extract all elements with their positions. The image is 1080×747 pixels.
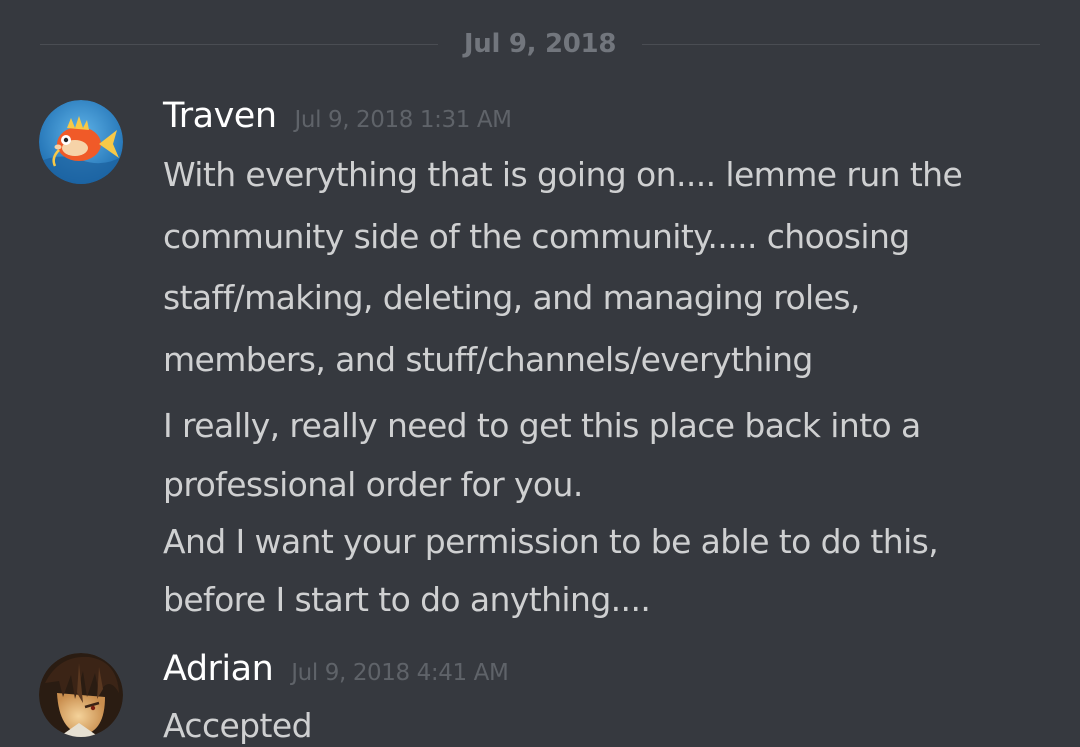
message-header-adrian: Adrian Jul 9, 2018 4:41 AM (163, 649, 509, 689)
message-header-traven: Traven Jul 9, 2018 1:31 AM (163, 96, 512, 136)
message-line: members, and stuff/channels/everything (163, 340, 813, 379)
avatar-traven[interactable] (39, 100, 123, 184)
message-line: And I want your permission to be able to… (163, 522, 939, 561)
anime-character-avatar-icon (39, 653, 123, 737)
magikarp-avatar-icon (39, 100, 123, 184)
divider-date: Jul 9, 2018 (463, 29, 617, 59)
username[interactable]: Adrian (163, 649, 274, 689)
message-line: professional order for you. (163, 465, 583, 504)
timestamp: Jul 9, 2018 4:41 AM (291, 660, 509, 686)
timestamp: Jul 9, 2018 1:31 AM (294, 107, 513, 133)
message-line: I really, really need to get this place … (163, 406, 921, 445)
message-line: staff/making, deleting, and managing rol… (163, 278, 860, 317)
message-line: With everything that is going on.... lem… (163, 155, 963, 194)
message-line: before I start to do anything.... (163, 580, 651, 619)
date-divider: Jul 9, 2018 (40, 22, 1041, 66)
divider-line-left (40, 43, 438, 45)
divider-line-right (642, 43, 1041, 45)
message-line: community side of the community..... cho… (163, 217, 910, 256)
username[interactable]: Traven (163, 96, 277, 136)
message-line: Accepted (163, 706, 313, 745)
avatar-adrian[interactable] (39, 653, 123, 737)
